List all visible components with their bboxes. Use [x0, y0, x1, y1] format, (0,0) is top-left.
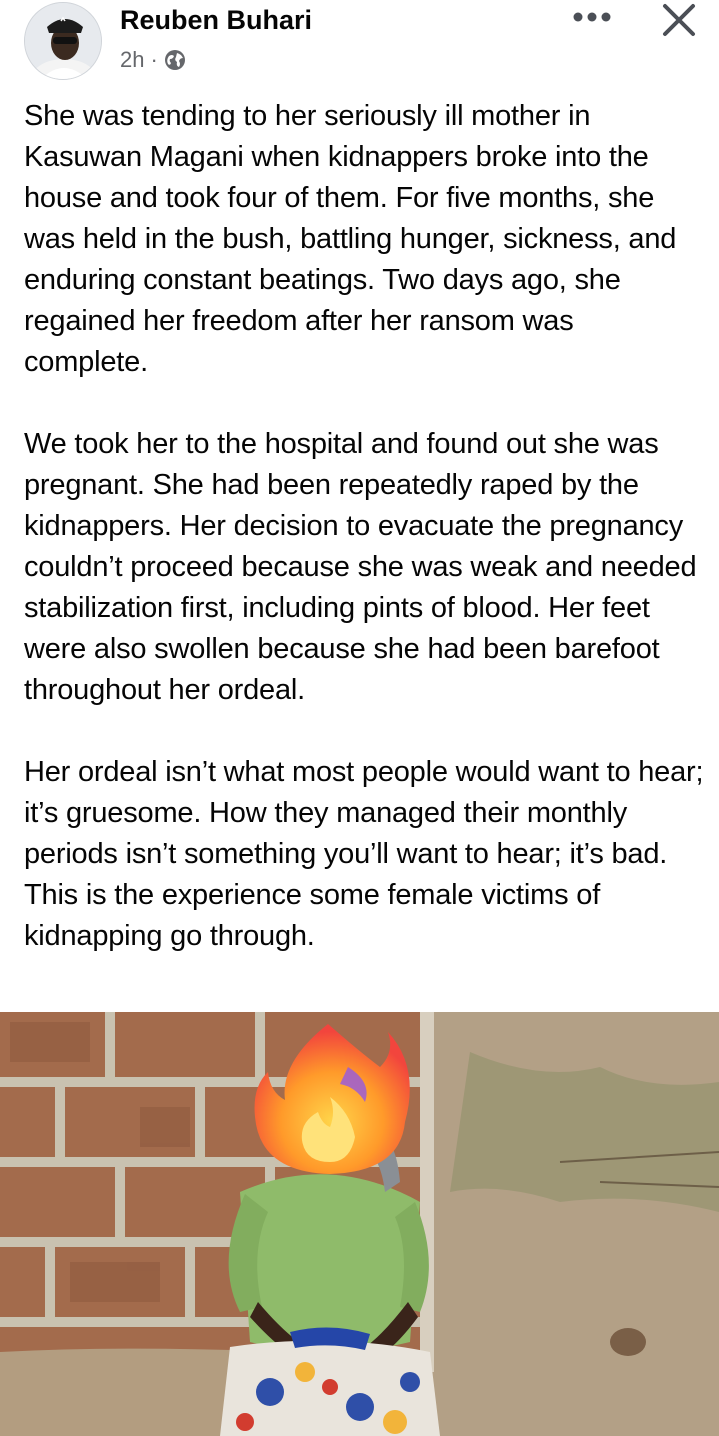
close-button[interactable]: [656, 0, 702, 40]
post-header: Reuben Buhari 2h ·: [0, 0, 719, 90]
more-options-button[interactable]: [568, 2, 616, 32]
close-icon: [663, 4, 695, 36]
post-time[interactable]: 2h: [120, 47, 144, 73]
more-horizontal-icon: [573, 12, 611, 22]
globe-icon: [164, 49, 186, 71]
avatar[interactable]: [24, 2, 102, 80]
post-meta: 2h ·: [120, 46, 186, 74]
post-body: She was tending to her seriously ill mot…: [24, 96, 704, 957]
post-paragraph: She was tending to her seriously ill mot…: [24, 100, 677, 378]
post-paragraph: We took her to the hospital and found ou…: [24, 428, 697, 706]
facebook-post: Reuben Buhari 2h · She was tending to he…: [0, 0, 719, 1436]
author-name[interactable]: Reuben Buhari: [120, 4, 312, 36]
profile-photo: [25, 3, 101, 79]
post-photo[interactable]: [0, 1012, 719, 1436]
post-paragraph: Her ordeal isn’t what most people would …: [24, 756, 704, 952]
post-image: [0, 1012, 719, 1436]
meta-separator: ·: [150, 47, 158, 72]
